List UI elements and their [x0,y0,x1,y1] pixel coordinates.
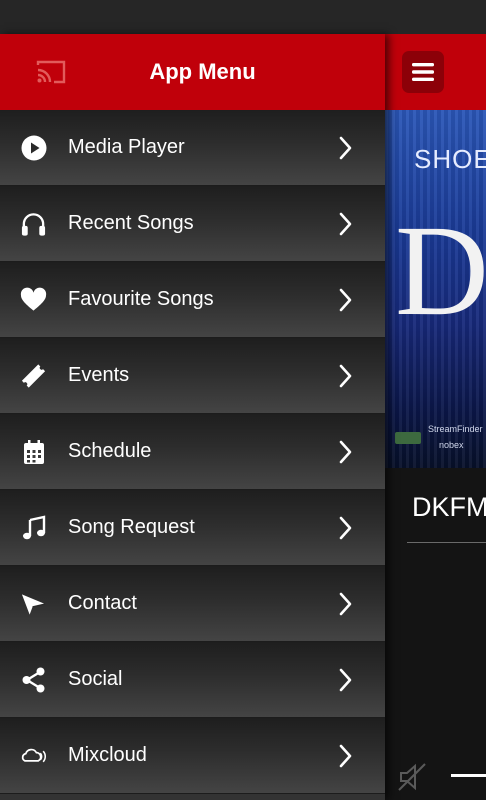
hamburger-menu-button[interactable] [402,51,444,93]
artwork-small-text-2: nobex [439,440,464,450]
menu-item-label: Favourite Songs [68,288,214,310]
status-bar [0,0,486,34]
navigation-drawer: App Menu Media Player Recent Songs Favou… [0,34,385,800]
station-divider [407,542,486,543]
menu-list: Media Player Recent Songs Favourite Song… [0,110,385,794]
background-app: SHOE D StreamFinder nobex DKFM [385,34,486,800]
hamburger-icon [412,63,434,81]
chevron-right-icon [339,668,352,692]
drawer-title: App Menu [149,59,256,84]
menu-item-label: Schedule [68,440,152,462]
chevron-right-icon [339,212,352,236]
headphones-icon [20,211,47,237]
drawer-header: App Menu [0,34,385,110]
chevron-right-icon [339,364,352,388]
music-note-icon [20,515,47,541]
artwork-logo-mark [395,432,421,444]
menu-item-label: Contact [68,592,137,614]
menu-item-label: Recent Songs [68,212,194,234]
menu-item-label: Song Request [68,516,195,538]
chevron-right-icon [339,744,352,768]
station-name: DKFM [412,492,486,522]
progress-indicator [451,774,486,777]
mixcloud-icon [20,743,47,769]
menu-item-song-request[interactable]: Song Request [0,490,385,566]
paper-plane-icon [20,591,47,617]
ticket-icon [20,363,47,389]
heart-icon [20,287,47,313]
menu-item-events[interactable]: Events [0,338,385,414]
mute-icon[interactable] [395,760,429,794]
menu-item-social[interactable]: Social [0,642,385,718]
menu-item-media-player[interactable]: Media Player [0,110,385,186]
chevron-right-icon [339,592,352,616]
chevron-right-icon [339,136,352,160]
chevron-right-icon [339,516,352,540]
chevron-right-icon [339,440,352,464]
app-toolbar [385,34,486,110]
menu-item-recent-songs[interactable]: Recent Songs [0,186,385,262]
share-icon [20,667,47,693]
menu-item-label: Events [68,364,130,386]
calendar-icon [20,439,47,465]
menu-item-label: Media Player [68,136,185,158]
menu-item-favourite-songs[interactable]: Favourite Songs [0,262,385,338]
menu-item-label: Mixcloud [68,744,147,766]
chevron-right-icon [339,288,352,312]
menu-item-label: Social [68,668,123,690]
artwork-small-text: StreamFinder [428,424,483,434]
menu-item-contact[interactable]: Contact [0,566,385,642]
station-artwork: SHOE D StreamFinder nobex [385,110,486,468]
artwork-top-text: SHOE [414,144,486,174]
play-circle-icon [20,135,47,161]
menu-item-schedule[interactable]: Schedule [0,414,385,490]
artwork-letter: D [395,199,486,343]
menu-item-mixcloud[interactable]: Mixcloud [0,718,385,794]
